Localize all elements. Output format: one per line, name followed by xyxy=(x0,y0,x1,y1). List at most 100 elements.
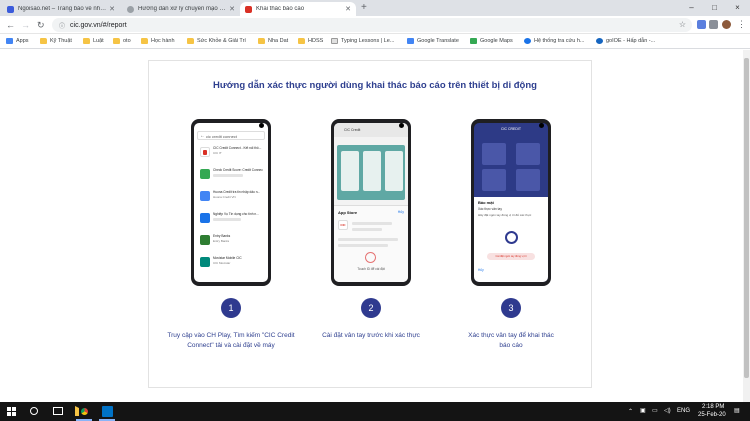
info-icon[interactable]: ⓘ xyxy=(59,21,65,30)
cic-app-icon: CIC xyxy=(338,220,348,230)
new-tab-button[interactable]: + xyxy=(361,2,367,14)
app-publisher: CIC IT xyxy=(213,151,222,155)
notification-icon[interactable]: ▤ xyxy=(734,407,740,414)
tab-close-icon[interactable]: ✕ xyxy=(229,5,235,13)
bookmark-folder[interactable]: Học hành xyxy=(141,38,175,44)
touch-id-text: Touch ID để cài đặt xyxy=(357,267,385,271)
bookmark-link[interactable]: Google Translate xyxy=(407,38,459,44)
folder-icon xyxy=(258,38,265,44)
tab-close-icon[interactable]: ✕ xyxy=(345,5,351,13)
phone-mockup-1: ← cic credit connect CIC Credit Connect … xyxy=(191,119,271,286)
ioe-icon xyxy=(596,38,603,44)
bookmark-folder[interactable]: HDSS xyxy=(298,38,323,44)
bookmark-star-icon[interactable]: ☆ xyxy=(679,20,686,29)
folder-icon xyxy=(298,38,305,44)
globe-icon xyxy=(524,38,531,44)
tile-icon xyxy=(516,143,540,165)
volume-icon[interactable]: ◁) xyxy=(664,407,671,414)
page-title: Hướng dẫn xác thực người dùng khai thác … xyxy=(213,80,537,91)
sheet-cancel: Hủy xyxy=(397,210,404,214)
bookmark-link[interactable]: Hệ thống tra cứu h... xyxy=(524,38,584,44)
app-result-row: Nghiệp Vụ Tín dụng cho tính n... xyxy=(198,211,264,227)
app-screenshots xyxy=(337,145,405,200)
cic-app-icon xyxy=(200,147,210,157)
scrollbar-thumb[interactable] xyxy=(744,58,749,378)
translate-icon xyxy=(407,38,414,44)
outlook-icon[interactable] xyxy=(102,406,113,417)
bookmark-folder[interactable]: Kỹ Thuật xyxy=(40,38,72,44)
app-result-row: Check Credit Score: Credit Connec... xyxy=(198,167,264,183)
tab-favicon-icon xyxy=(127,5,134,13)
tab-label: Hướng dẫn xử lý chuyến mạo dan xyxy=(138,6,227,12)
url-text: cic.gov.vn/#/report xyxy=(70,21,127,29)
app-name: Huona Credit tra tin nhập dấu n... xyxy=(213,190,261,194)
page-scrollbar[interactable] xyxy=(743,50,750,402)
bookmark-folder[interactable]: Luật xyxy=(83,38,104,44)
menu-kebab-icon[interactable]: ⋮ xyxy=(737,17,746,31)
browser-toolbar: ← → ↻ ⓘ cic.gov.vn/#/report ☆ ⋮ xyxy=(0,16,750,34)
app-name: Entry Banks xyxy=(213,234,231,238)
step-number-2: 2 xyxy=(361,298,381,318)
tab-favicon-icon xyxy=(245,5,252,13)
bookmark-link[interactable]: goIOE - Hấp dẫn -... xyxy=(596,38,655,44)
app-icon xyxy=(200,213,210,223)
dialog-title: Bảo mật xyxy=(478,200,494,205)
app-icon xyxy=(200,169,210,179)
tray-app-icon[interactable]: ▣ xyxy=(640,407,646,414)
clock-date[interactable]: 25-Feb-20 xyxy=(698,412,726,418)
browser-tab[interactable]: Ngoisao.net – Trang báo về nhữn ✕ xyxy=(2,2,120,16)
tab-close-icon[interactable]: ✕ xyxy=(109,5,115,13)
app-publisher: Huona Credit VN xyxy=(213,195,236,199)
task-view-icon[interactable] xyxy=(53,407,63,415)
bookmark-folder[interactable]: Nha Dat xyxy=(258,38,288,44)
app-result-row: Huona Credit tra tin nhập dấu n... Huona… xyxy=(198,189,264,205)
maps-icon xyxy=(470,38,477,44)
front-camera xyxy=(539,123,544,128)
folder-icon xyxy=(187,38,194,44)
windows-taskbar: ⌃ ▣ ▭ ◁) ENG 2:18 PM 25-Feb-20 ▤ xyxy=(0,402,750,421)
search-icon[interactable] xyxy=(30,407,38,415)
sheet-title: App Store xyxy=(338,210,358,215)
dialog-cancel: Hủy xyxy=(478,268,484,272)
bookmarks-bar: Apps Kỹ Thuật Luật oto Học hành Sức Khỏe… xyxy=(0,35,750,49)
chrome-icon[interactable] xyxy=(79,406,90,417)
address-bar[interactable]: ⓘ cic.gov.vn/#/report ☆ xyxy=(52,18,692,32)
front-camera xyxy=(259,123,264,128)
phone-mockup-3: CIC CREDIT Bảo mật Xác thực vân tay Hãy … xyxy=(471,119,551,286)
close-window-button[interactable]: × xyxy=(726,0,749,16)
clock-time[interactable]: 2:18 PM xyxy=(702,404,724,410)
bookmark-folder[interactable]: oto xyxy=(113,38,131,44)
bookmark-link[interactable]: Typing Lessons | Le... xyxy=(331,38,394,44)
maximize-button[interactable]: □ xyxy=(703,0,726,16)
app-icon xyxy=(200,235,210,245)
folder-icon xyxy=(141,38,148,44)
bookmark-link[interactable]: Google Maps xyxy=(470,38,513,44)
profile-avatar[interactable] xyxy=(722,20,731,29)
front-camera xyxy=(399,123,404,128)
browser-tab[interactable]: Hướng dẫn xử lý chuyến mạo dan ✕ xyxy=(122,2,240,16)
minimize-button[interactable]: – xyxy=(680,0,703,16)
app-header: CIC Credit xyxy=(334,123,408,137)
language-indicator[interactable]: ENG xyxy=(677,408,690,414)
back-arrow-icon: ← xyxy=(200,133,205,139)
folder-icon xyxy=(40,38,47,44)
windows-start-icon[interactable] xyxy=(7,407,16,416)
fingerprint-button: Cài đặt ngón tay đúng vị trí xyxy=(487,253,535,260)
back-arrow-icon[interactable]: ← xyxy=(6,18,15,32)
step-caption-2: Cài đặt vân tay trước khi xác thực xyxy=(322,332,420,339)
reload-icon[interactable]: ↻ xyxy=(37,18,45,32)
app-icon xyxy=(200,191,210,201)
bookmark-folder[interactable]: Sức Khỏe & Giải Trí xyxy=(187,38,246,44)
extension-icon[interactable] xyxy=(697,20,706,29)
browser-tab-active[interactable]: Khai thác báo cáo ✕ xyxy=(240,2,356,16)
network-icon[interactable]: ▭ xyxy=(652,407,658,414)
bookmark-apps[interactable]: Apps xyxy=(6,38,29,44)
step-caption-3: Xác thực vân tay để khai thác báo cáo xyxy=(468,332,554,349)
tray-chevron-icon[interactable]: ⌃ xyxy=(628,408,633,415)
apps-grid-icon xyxy=(6,38,13,44)
extension-icon[interactable] xyxy=(709,20,718,29)
app-icon xyxy=(200,257,210,267)
app-publisher: CIC Movistar xyxy=(213,261,231,265)
app-result-row: CIC Credit Connect - Kết nối thô... CIC … xyxy=(198,145,264,161)
forward-arrow-icon[interactable]: → xyxy=(21,18,30,32)
